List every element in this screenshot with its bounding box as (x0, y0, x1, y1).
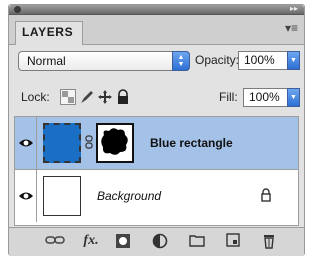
opacity-value: 100% (244, 53, 275, 67)
panel-menu-icon[interactable]: ▾≡ (285, 21, 298, 35)
lock-position-icon[interactable] (97, 89, 113, 105)
lock-all-icon[interactable] (115, 89, 131, 105)
blend-mode-select[interactable]: Normal ▲ ▼ (18, 51, 190, 71)
visibility-toggle[interactable] (15, 117, 37, 169)
tab-layers[interactable]: LAYERS (15, 21, 83, 45)
fill-field[interactable]: 100% ▼ (243, 88, 300, 107)
new-group-icon[interactable] (188, 233, 206, 249)
layer-lock-icon (260, 188, 272, 207)
layer-mask-thumbnail[interactable] (96, 123, 134, 163)
fill-value: 100% (249, 90, 280, 104)
layer-row-blue-rectangle[interactable]: Blue rectangle (15, 117, 298, 170)
layer-name[interactable]: Blue rectangle (150, 136, 233, 150)
layer-row-background[interactable]: Background (15, 170, 298, 223)
link-icon[interactable] (85, 135, 93, 149)
blend-row: Normal ▲ ▼ Opacity: 100% ▼ (9, 51, 304, 73)
add-mask-icon[interactable] (114, 233, 132, 249)
visibility-toggle[interactable] (15, 170, 37, 222)
collapse-icon[interactable]: ▸▸ (290, 4, 298, 13)
close-icon[interactable] (14, 6, 21, 13)
layer-thumbnail[interactable] (43, 123, 81, 163)
layers-footer: fx. (9, 227, 304, 256)
lock-label: Lock: (21, 90, 50, 104)
link-layers-icon[interactable] (45, 233, 65, 249)
lock-transparency-icon[interactable] (60, 89, 76, 105)
layers-list: Blue rectangle Background (14, 116, 299, 226)
layer-thumbnail[interactable] (43, 176, 81, 216)
panel-titlebar[interactable]: ▸▸ (9, 4, 304, 15)
lock-pixels-icon[interactable] (79, 89, 95, 105)
layers-panel: ▸▸ LAYERS ▾≡ Normal ▲ ▼ Opacity: 100% ▼ L… (8, 4, 305, 256)
fill-dropdown-icon[interactable]: ▼ (287, 88, 300, 107)
fill-label: Fill: (219, 90, 238, 104)
layer-name[interactable]: Background (97, 189, 161, 203)
eye-icon (19, 139, 33, 147)
fx-icon[interactable]: fx. (79, 233, 103, 249)
opacity-label: Opacity: (195, 53, 240, 67)
opacity-field[interactable]: 100% ▼ (238, 51, 300, 70)
delete-layer-icon[interactable] (260, 233, 278, 249)
select-arrows-icon: ▲ ▼ (172, 51, 190, 71)
eye-icon (19, 192, 33, 200)
lock-row: Lock: Fill: 100% ▼ (9, 88, 304, 110)
adjustment-layer-icon[interactable] (151, 233, 169, 249)
new-layer-icon[interactable] (224, 233, 242, 249)
panel-tabbar: LAYERS ▾≡ (9, 15, 304, 45)
opacity-dropdown-icon[interactable]: ▼ (287, 51, 300, 70)
blend-mode-value: Normal (27, 54, 66, 68)
